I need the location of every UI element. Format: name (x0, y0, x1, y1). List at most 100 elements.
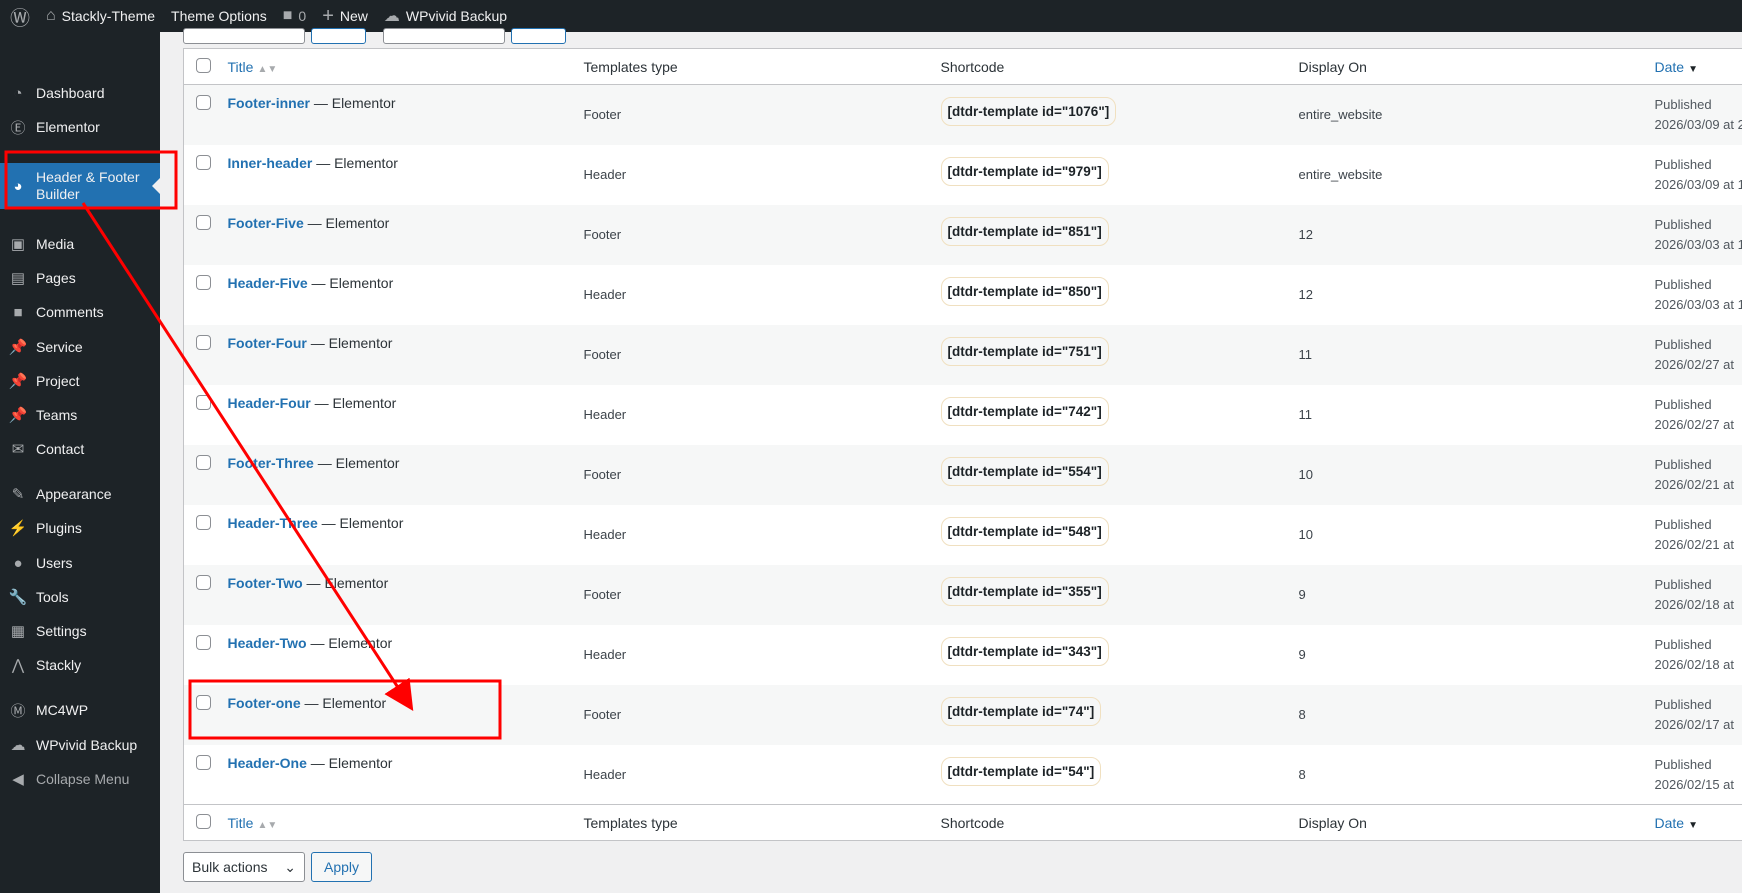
template-builder: — Elementor (317, 514, 404, 531)
bulk-actions-select[interactable]: Bulk actions ⌄ (183, 852, 305, 882)
template-type: Header (583, 286, 627, 302)
table-row: Header-Five — Elementor Header [dtdr-tem… (184, 265, 1742, 325)
apply-button-top[interactable] (311, 28, 366, 44)
sidebar-item-label: Plugins (36, 520, 82, 536)
user-icon: ● (13, 554, 23, 572)
sidebar-item-wpvivid-backup[interactable]: ☁ WPvivid Backup (0, 728, 160, 762)
row-checkbox[interactable] (196, 394, 211, 410)
sidebar-item-comments[interactable]: ■ Comments (0, 295, 160, 329)
table-row: Footer-Two — Elementor Footer [dtdr-temp… (183, 564, 1742, 625)
filter-select-top[interactable] (383, 28, 505, 44)
template-title-link[interactable]: Footer-Five (228, 215, 304, 231)
sort-date-link-bottom[interactable]: Date ▼ (1655, 815, 1698, 831)
apply-button[interactable]: Apply (311, 852, 373, 882)
sidebar-item-tools[interactable]: 🔧 Tools (0, 580, 160, 614)
plus-icon: + (322, 4, 334, 27)
sidebar-item-label: Media (36, 236, 75, 252)
display-on: 10 (1298, 526, 1313, 542)
sidebar-item-contact[interactable]: ✉ Contact (0, 432, 160, 466)
template-title-link[interactable]: Header-One (228, 755, 307, 771)
template-title-link[interactable]: Footer-one (228, 695, 301, 711)
sidebar-item-appearance[interactable]: ✎ Appearance (0, 477, 160, 511)
sidebar-item-service[interactable]: 📌 Service (0, 330, 160, 364)
select-all-checkbox[interactable] (196, 57, 211, 73)
site-name-link[interactable]: ⌂ Stackly-Theme (46, 7, 155, 25)
shortcode-header: Shortcode (940, 48, 1299, 85)
template-builder: — Elementor (303, 214, 390, 231)
post-date: 2026/03/03 at 1 (1654, 236, 1742, 252)
table-row: Footer-Four — Elementor Footer [dtdr-tem… (183, 324, 1742, 385)
sidebar-item-users[interactable]: ● Users (0, 546, 160, 580)
sidebar-item-settings[interactable]: ▦ Settings (0, 614, 160, 648)
template-title-link[interactable]: Header-Four (228, 395, 311, 411)
template-builder: — Elementor (312, 154, 398, 171)
wpvivid-backup-link[interactable]: ☁ WPvivid Backup (384, 6, 507, 26)
bulk-actions-select-top[interactable] (183, 28, 305, 44)
sort-title-link-bottom[interactable]: Title ▲▼ (228, 815, 278, 831)
table-row: Header-One — Elementor Header [dtdr-temp… (184, 745, 1742, 805)
sidebar-item-pages[interactable]: ▤ Pages (0, 261, 160, 295)
table-header: Title ▲▼ Templates type Shortcode Display… (183, 48, 1742, 85)
template-title-link[interactable]: Header-Five (228, 275, 308, 291)
post-status: Published (1654, 636, 1712, 652)
new-content-link[interactable]: + New (322, 5, 368, 28)
sidebar-item-header-footer-builder[interactable]: ◕ Header & Footer Builder (0, 163, 160, 209)
sidebar-item-media[interactable]: ▣ Media (0, 227, 160, 261)
template-title-link[interactable]: Footer-Two (228, 575, 303, 591)
stackly-icon: ⋀ (11, 657, 25, 674)
row-checkbox[interactable] (196, 634, 211, 650)
filter-button-top[interactable] (511, 28, 566, 44)
sidebar-item-plugins[interactable]: ⚡ Plugins (0, 511, 160, 545)
template-title-link[interactable]: Footer-Three (228, 455, 314, 471)
sidebar-item-label: Pages (36, 270, 76, 286)
table-row: Header-Four — Elementor Header [dtdr-tem… (184, 385, 1742, 445)
mail-icon: ✉ (11, 441, 25, 458)
template-title-link[interactable]: Footer-Four (228, 335, 307, 351)
template-builder: — Elementor (306, 334, 393, 351)
sidebar-item-mc4wp[interactable]: Ⓜ MC4WP (0, 693, 160, 727)
comments-link[interactable]: ■ 0 (283, 7, 306, 25)
sort-title-link[interactable]: Title ▲▼ (228, 59, 278, 75)
template-builder: — Elementor (313, 454, 400, 471)
template-title-link[interactable]: Inner-header (228, 155, 313, 171)
template-title-link[interactable]: Footer-inner (228, 95, 310, 111)
sidebar-item-project[interactable]: 📌 Project (0, 364, 160, 398)
theme-options-link[interactable]: Theme Options (171, 8, 267, 24)
row-checkbox[interactable] (196, 274, 211, 290)
post-date: 2026/02/17 at (1654, 716, 1735, 732)
display-on: 11 (1298, 346, 1313, 362)
post-date: 2026/02/15 at (1654, 776, 1735, 792)
site-name: Stackly-Theme (61, 8, 156, 24)
row-checkbox[interactable] (196, 154, 211, 170)
sidebar-item-label: Header & Footer Builder (36, 169, 140, 202)
sidebar-item-teams[interactable]: 📌 Teams (0, 398, 160, 432)
post-status: Published (1654, 276, 1712, 292)
post-date: 2026/03/03 at 1 (1654, 296, 1742, 312)
row-checkbox[interactable] (196, 95, 211, 110)
template-title-link[interactable]: Header-Three (228, 515, 318, 531)
sidebar-item-dashboard[interactable]: ◔ Dashboard (0, 76, 160, 110)
row-checkbox[interactable] (196, 574, 211, 590)
template-type: Header (583, 166, 627, 182)
shortcode: [dtdr-template id="554"] (940, 456, 1109, 486)
chevron-down-icon: ⌄ (284, 858, 296, 875)
row-checkbox[interactable] (196, 754, 211, 770)
row-checkbox[interactable] (196, 514, 211, 530)
wrench-icon: 🔧 (8, 589, 28, 606)
template-title-link[interactable]: Header-Two (228, 635, 307, 651)
template-type: Header (583, 766, 627, 782)
sidebar-item-label: Stackly (36, 657, 82, 673)
select-all-checkbox-bottom[interactable] (196, 813, 211, 829)
wordpress-logo-icon[interactable]: Ⓦ (10, 2, 30, 31)
row-checkbox[interactable] (196, 334, 211, 350)
sidebar-item-elementor[interactable]: Ⓔ Elementor (0, 110, 160, 144)
sidebar-item-collapse-menu[interactable]: ◀ Collapse Menu (0, 762, 160, 796)
display-on: 10 (1298, 466, 1313, 482)
template-builder: — Elementor (306, 754, 393, 771)
template-type: Footer (583, 346, 622, 362)
sidebar-item-stackly[interactable]: ⋀ Stackly (0, 648, 160, 682)
row-checkbox[interactable] (196, 214, 211, 230)
row-checkbox[interactable] (196, 694, 211, 710)
sort-date-link[interactable]: Date ▼ (1655, 59, 1698, 75)
row-checkbox[interactable] (196, 454, 211, 470)
